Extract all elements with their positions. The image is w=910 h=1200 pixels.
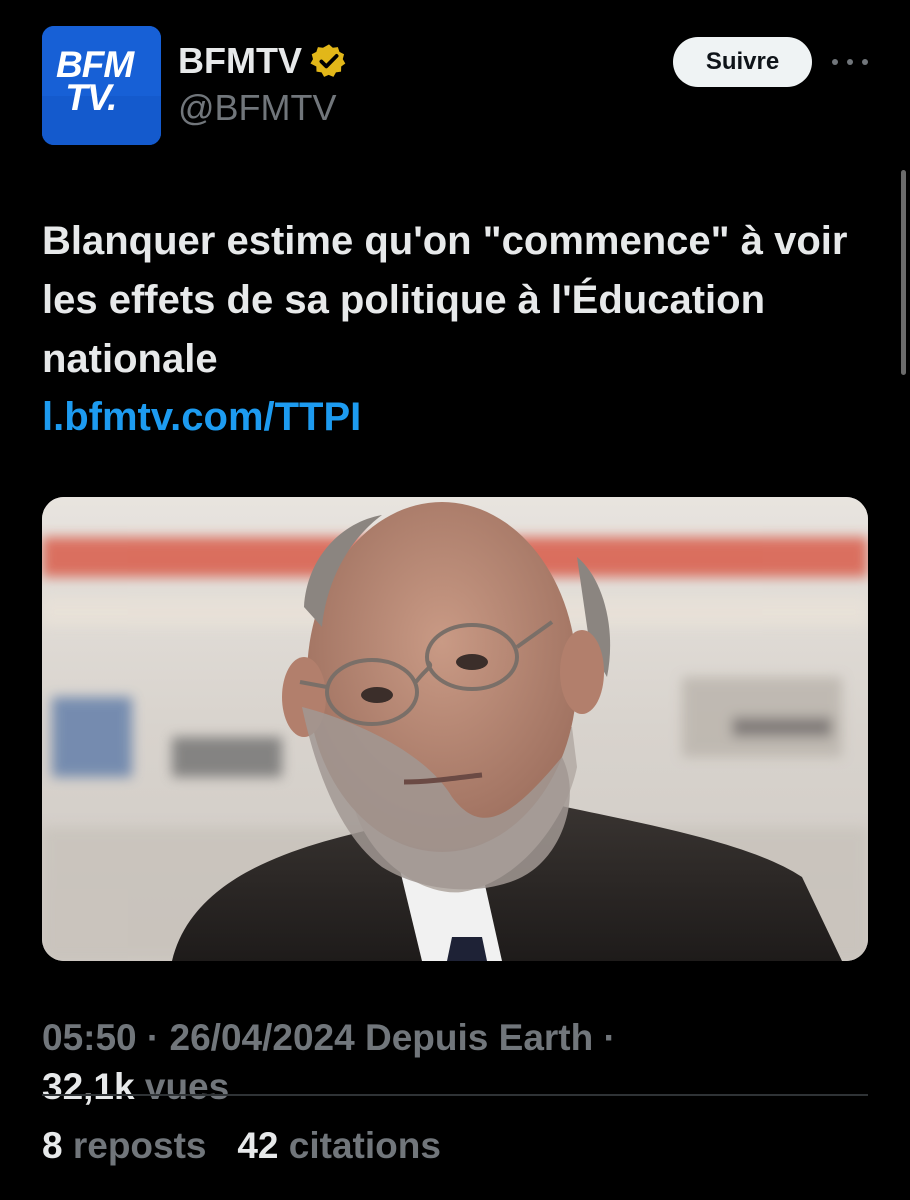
tweet-time[interactable]: 05:50 [42,1017,137,1058]
reposts-label: reposts [72,1125,207,1166]
quotes-label: citations [288,1125,441,1166]
more-horizontal-icon[interactable] [832,52,868,72]
follow-button[interactable]: Suivre [673,37,812,87]
portrait-photo [42,497,868,961]
more-dot [832,59,838,65]
account-display-name-row[interactable]: BFMTV [178,40,348,82]
account-handle[interactable]: @BFMTV [178,87,337,129]
meta-separator: · [146,1017,160,1058]
tweet-media-image[interactable] [42,497,868,961]
verified-badge-icon [310,44,346,77]
avatar[interactable]: BFM TV. [42,26,161,145]
tweet-meta: 05:50 · 26/04/2024 Depuis Earth · [42,1017,616,1059]
meta-separator: · [603,1017,616,1058]
avatar-logo-text: BFM TV. [56,44,134,118]
tweet-text: Blanquer estime qu'on "commence" à voir … [42,219,848,381]
tweet-date[interactable]: 26/04/2024 [170,1017,355,1058]
divider [42,1094,868,1096]
reposts-count: 8 [42,1125,63,1166]
views-count: 32,1k [42,1066,135,1107]
more-dot [862,59,868,65]
tweet-source: Depuis Earth [365,1017,594,1058]
scrollbar[interactable] [901,170,906,375]
quotes-count: 42 [237,1125,279,1166]
account-display-name[interactable]: BFMTV [178,40,302,82]
more-dot [847,59,853,65]
tweet-views: 32,1k vues [42,1066,229,1108]
tweet-link[interactable]: l.bfmtv.com/TTPI [42,388,361,447]
views-label: vues [144,1066,230,1107]
tweet-stats: 8 reposts 42 citations [42,1125,441,1167]
reposts-stat[interactable]: 8 reposts [42,1125,217,1166]
quotes-stat[interactable]: 42 citations [237,1125,441,1166]
